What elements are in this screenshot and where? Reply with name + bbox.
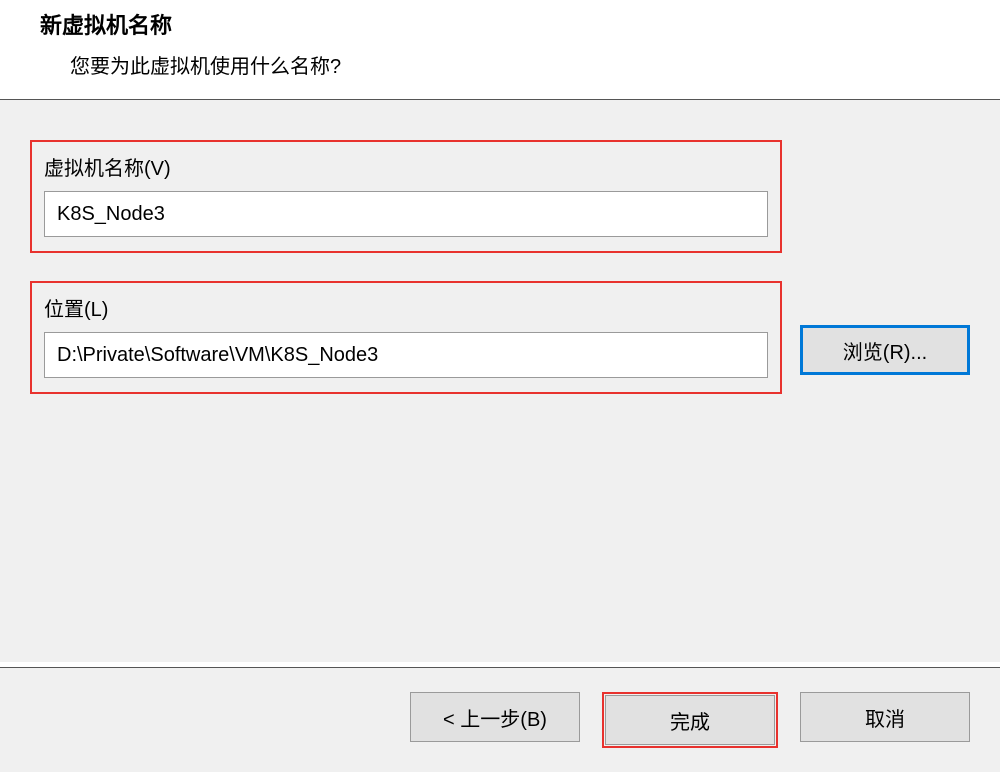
page-title: 新虚拟机名称 (40, 8, 1000, 40)
wizard-footer: < 上一步(B) 完成 取消 (0, 667, 1000, 772)
location-label: 位置(L) (44, 293, 768, 322)
vm-name-label: 虚拟机名称(V) (44, 152, 768, 181)
vm-name-input[interactable] (44, 191, 768, 237)
wizard-header: 新虚拟机名称 您要为此虚拟机使用什么名称? (0, 0, 1000, 99)
page-subtitle: 您要为此虚拟机使用什么名称? (70, 50, 1000, 79)
finish-button[interactable]: 完成 (605, 695, 775, 745)
vm-name-group: 虚拟机名称(V) (30, 140, 782, 253)
location-input[interactable] (44, 332, 768, 378)
finish-highlight: 完成 (602, 692, 778, 748)
cancel-button[interactable]: 取消 (800, 692, 970, 742)
location-group: 位置(L) (30, 281, 782, 394)
wizard-content: 虚拟机名称(V) 位置(L) 浏览(R)... (0, 100, 1000, 662)
back-button[interactable]: < 上一步(B) (410, 692, 580, 742)
browse-button[interactable]: 浏览(R)... (800, 325, 970, 375)
